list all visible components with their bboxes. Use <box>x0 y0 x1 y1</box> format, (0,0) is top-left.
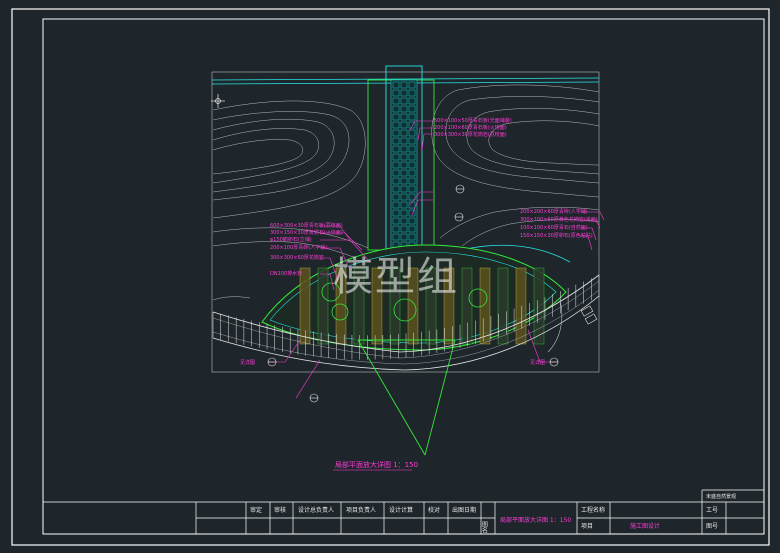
watermark-text: 模型组 <box>333 254 459 300</box>
svg-text:工号: 工号 <box>706 507 718 514</box>
svg-text:设计总负责人: 设计总负责人 <box>298 506 334 514</box>
svg-text:施工图设计: 施工图设计 <box>630 522 660 530</box>
svg-text:项目: 项目 <box>581 523 593 530</box>
svg-text:项目负责人: 项目负责人 <box>346 506 376 514</box>
plan-caption: 局部平面放大详图 1：150 <box>335 460 418 469</box>
callout-text: 100×100×60厚青石(自然面) <box>520 224 588 231</box>
cad-drawing-svg: 500×100×50厚青石板(光面铺装) 200×100×60厚青石板(火烧面)… <box>11 8 770 546</box>
svg-text:审定: 审定 <box>250 506 262 514</box>
plaza-stripe <box>533 267 545 345</box>
svg-text:局部平面放大详图 1：150: 局部平面放大详图 1：150 <box>500 516 571 524</box>
svg-text:设计计算: 设计计算 <box>389 506 413 514</box>
svg-text:审核: 审核 <box>274 506 286 514</box>
callout-text: 300×150×30厚黄锈石(火烧面) <box>270 229 343 236</box>
svg-text:工程名称: 工程名称 <box>581 506 605 514</box>
cad-drawing-canvas: 500×100×50厚青石板(光面铺装) 200×100×60厚青石板(火烧面)… <box>0 0 780 553</box>
callouts-top-right: 500×100×50厚青石板(光面铺装) 200×100×60厚青石板(火烧面)… <box>434 117 512 138</box>
callout-text: 见详图 <box>530 359 545 366</box>
plaza-stripe <box>317 267 329 345</box>
callouts-right: 200×200×60厚青砖(人字铺) 300×100×60厚黄色花岗岩(光面) … <box>520 208 598 239</box>
svg-text:图名: 图名 <box>481 521 488 534</box>
callout-text: 300×300×60厚花岗岩 <box>270 254 324 261</box>
title-block-text: 审定 审核 设计总负责人 项目负责人 设计计算 校对 出图日期 图名 局部平面放… <box>250 493 736 534</box>
callout-text: 150×150×30厚卵石(原色粘贴) <box>520 232 593 239</box>
plaza-stripe <box>461 267 473 345</box>
svg-text:未盛自然景观: 未盛自然景观 <box>706 493 736 500</box>
plaza-stripe <box>299 267 311 345</box>
plaza-stripe <box>515 267 527 345</box>
section-cut-lines <box>357 339 456 456</box>
svg-text:图号: 图号 <box>706 523 718 530</box>
callout-text: 600×300×30厚青石板(荔枝面) <box>270 222 343 229</box>
callout-text: 见详图 <box>240 359 255 366</box>
callout-text: DN100排水管 <box>270 270 302 277</box>
callout-text: φ150鹅卵石(立铺) <box>270 236 312 243</box>
svg-text:校对: 校对 <box>428 506 440 514</box>
callout-text: 300×100×60厚黄色花岗岩(光面) <box>520 216 598 223</box>
callout-text: 300×300×30厚花岗岩(荔枝面) <box>434 131 507 138</box>
callout-text: 200×100厚青砖(人字铺) <box>270 244 327 251</box>
svg-text:出图日期: 出图日期 <box>452 506 476 514</box>
callout-text: 500×100×50厚青石板(光面铺装) <box>434 117 512 124</box>
callout-text: 200×200×60厚青砖(人字铺) <box>520 208 588 215</box>
callout-text: 200×100×60厚青石板(火烧面) <box>434 124 507 131</box>
cursor-crosshair-icon <box>211 94 225 108</box>
